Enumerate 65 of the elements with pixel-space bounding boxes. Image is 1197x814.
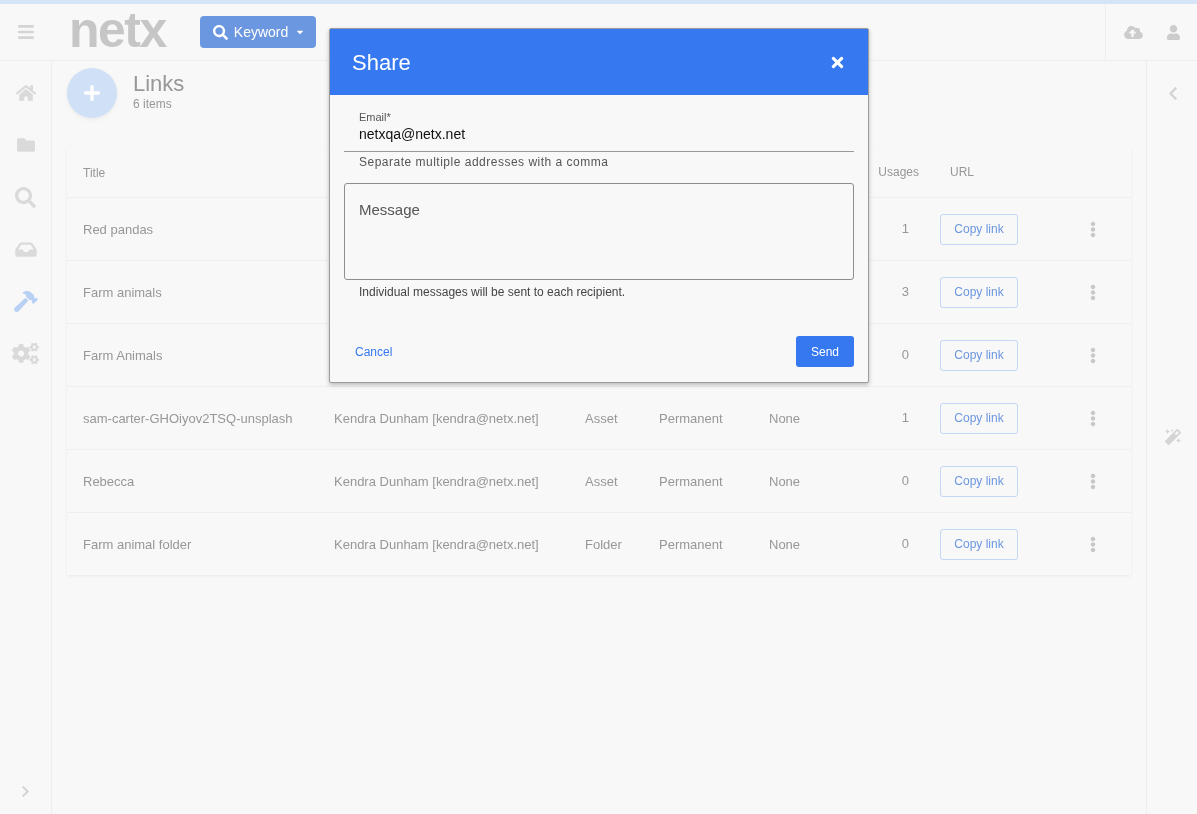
hammer-icon[interactable] <box>13 290 38 312</box>
type-cell: Asset <box>585 474 618 489</box>
title-cell: Farm animal folder <box>83 537 192 552</box>
copy-link-button[interactable]: Copy link <box>940 402 1018 434</box>
limit-cell: None <box>769 411 801 426</box>
column-header: Title <box>83 166 106 180</box>
column-header: Usages <box>878 164 919 181</box>
email-field[interactable]: netxqa@netx.net <box>344 124 854 152</box>
title-cell: Farm animals <box>83 285 162 300</box>
expiration-cell: Permanent <box>659 474 723 489</box>
user-icon[interactable] <box>1167 24 1180 40</box>
copy-link-button[interactable]: Copy link <box>940 465 1018 497</box>
copy-link-button[interactable]: Copy link <box>940 339 1018 371</box>
email-hint: Separate multiple addresses with a comma <box>358 154 610 170</box>
limit-cell: None <box>769 474 801 489</box>
add-button[interactable] <box>67 68 117 118</box>
usages-cell-text: 1 <box>901 220 909 239</box>
copy-link-button[interactable]: Copy link <box>940 276 1018 308</box>
magic-wand-icon[interactable] <box>1164 429 1181 445</box>
folder-icon[interactable] <box>14 136 37 154</box>
expiration-cell: Permanent <box>659 537 723 552</box>
usages-cell-text: 0 <box>901 472 909 491</box>
message-hint: Individual messages will be sent to each recipient. <box>358 284 627 300</box>
limit-cell: None <box>769 537 801 552</box>
title-cell: Rebecca <box>83 474 135 489</box>
more-options-icon[interactable] <box>1090 282 1096 302</box>
type-cell: Folder <box>585 537 622 552</box>
home-icon[interactable] <box>14 84 37 102</box>
usages-cell-text: 3 <box>901 283 909 302</box>
title-cell: sam-carter-GHOiyov2TSQ-unsplash <box>83 411 293 426</box>
owner-cell: Kendra Dunham [kendra@netx.net] <box>334 474 539 489</box>
item-count: 6 items <box>133 97 173 111</box>
send-button[interactable]: Send <box>796 336 854 367</box>
cloud-upload-icon[interactable] <box>1124 24 1143 40</box>
title-cell: Red pandas <box>83 222 154 237</box>
message-field[interactable]: Message <box>344 183 854 280</box>
chevron-right-icon[interactable] <box>21 785 30 798</box>
more-options-icon[interactable] <box>1090 345 1096 365</box>
plus-icon <box>83 84 101 102</box>
keyword-search-button[interactable]: Keyword <box>199 16 316 48</box>
usages-cell-text: 1 <box>901 409 909 428</box>
owner-cell: Kendra Dunham [kendra@netx.net] <box>334 537 539 552</box>
more-options-icon[interactable] <box>1090 534 1096 554</box>
expiration-cell: Permanent <box>659 411 723 426</box>
email-label: Email* <box>358 110 392 124</box>
more-options-icon[interactable] <box>1090 408 1096 428</box>
search-icon[interactable] <box>15 186 36 208</box>
more-options-icon[interactable] <box>1090 471 1096 491</box>
usages-cell-text: 0 <box>901 346 909 365</box>
inbox-icon[interactable] <box>13 239 38 259</box>
title-cell: Farm Animals <box>83 348 163 363</box>
copy-link-button[interactable]: Copy link <box>940 528 1018 560</box>
usages-cell-text: 0 <box>901 535 909 554</box>
dialog-title: Share <box>352 48 411 77</box>
owner-cell: Kendra Dunham [kendra@netx.net] <box>334 411 539 426</box>
cancel-button[interactable]: Cancel <box>355 342 393 361</box>
gears-icon[interactable] <box>12 341 39 365</box>
type-cell: Asset <box>585 411 618 426</box>
chevron-left-icon[interactable] <box>1167 86 1178 101</box>
page-title: Links <box>133 71 185 97</box>
menu-icon[interactable] <box>16 23 36 41</box>
copy-link-button[interactable]: Copy link <box>940 213 1018 245</box>
more-options-icon[interactable] <box>1090 219 1096 239</box>
column-header: URL <box>950 164 974 181</box>
search-icon <box>212 24 228 40</box>
